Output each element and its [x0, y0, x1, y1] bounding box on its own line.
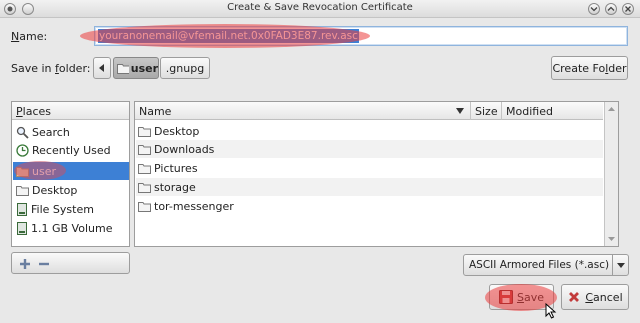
drive-icon [17, 202, 27, 216]
triangle-down-icon [608, 237, 615, 241]
cancel-button[interactable]: Cancel [561, 284, 629, 310]
name-label: Name: [11, 30, 48, 43]
folder-icon [138, 144, 151, 155]
places-item-volume[interactable]: 1.1 GB Volume [13, 219, 129, 237]
path-back-button[interactable] [93, 57, 111, 79]
file-list-header: Name Size Modified [135, 102, 603, 120]
minimize-button[interactable] [588, 3, 600, 15]
triangle-up-icon [608, 107, 615, 111]
search-icon [16, 126, 29, 139]
remove-bookmark-button[interactable] [37, 257, 51, 271]
chevron-up-icon [607, 6, 615, 11]
create-folder-button[interactable]: Create Fo l der [551, 56, 628, 80]
places-item-label: 1.1 GB Volume [31, 221, 113, 235]
path-segment-user[interactable]: user [113, 57, 159, 79]
file-type-filter-value: ASCII Armored Files (*.asc) [469, 259, 610, 271]
file-list: Name Size Modified Desktop Downloads Pic… [134, 101, 619, 247]
places-edit-bar [11, 252, 130, 274]
file-name: storage [154, 180, 196, 194]
places-item-label: Recently Used [32, 143, 111, 157]
file-name: Pictures [154, 161, 198, 175]
places-item-user[interactable]: user [13, 162, 129, 180]
window-titlebar: Create & Save Revocation Certificate [0, 0, 640, 18]
file-row-desktop[interactable]: Desktop [136, 122, 603, 140]
column-header-name[interactable]: Name [135, 102, 471, 120]
save-in-folder-label: Save in folder: [11, 62, 91, 75]
recent-icon [16, 143, 29, 157]
cancel-button-label: Cancel [585, 290, 623, 304]
maximize-button[interactable] [605, 3, 617, 15]
window-title: Create & Save Revocation Certificate [227, 2, 413, 13]
drive-icon [17, 221, 27, 235]
folder-icon [138, 201, 151, 212]
places-item-label: Desktop [32, 183, 78, 197]
folder-icon [138, 182, 151, 193]
chevron-down-icon [617, 263, 625, 268]
places-item-recently-used[interactable]: Recently Used [13, 141, 129, 159]
plus-icon [20, 259, 30, 269]
folder-icon [117, 63, 129, 74]
close-icon [625, 6, 631, 12]
file-row-tor-messenger[interactable]: tor-messenger [136, 197, 603, 215]
add-bookmark-button[interactable] [18, 257, 32, 271]
triangle-left-icon [99, 64, 104, 72]
scroll-down-button[interactable] [606, 233, 617, 245]
file-row-downloads[interactable]: Downloads [136, 140, 603, 158]
column-header-modified[interactable]: Modified [502, 102, 603, 120]
close-button[interactable] [622, 3, 634, 15]
file-name: tor-messenger [154, 199, 234, 213]
places-item-desktop[interactable]: Desktop [13, 181, 129, 199]
file-name: Downloads [154, 142, 215, 156]
file-name: Desktop [154, 124, 200, 138]
floppy-disk-icon [498, 290, 513, 304]
column-header-size[interactable]: Size [471, 102, 502, 120]
places-item-file-system[interactable]: File System [13, 200, 129, 218]
file-row-storage[interactable]: storage [136, 178, 603, 196]
filter-dropdown-arrow[interactable] [612, 255, 628, 275]
save-button-label: Save [516, 290, 544, 304]
places-item-label: Search [32, 125, 70, 139]
mouse-cursor-icon [545, 303, 557, 319]
chevron-down-icon [590, 7, 598, 12]
places-item-label: user [32, 164, 56, 178]
cancel-icon [569, 292, 580, 302]
path-segment-label: user [130, 61, 158, 75]
file-row-pictures[interactable]: Pictures [136, 159, 603, 177]
places-sidebar: Places Search Recently Used user Desktop… [11, 101, 130, 247]
path-segment-label: .gnupg [165, 61, 205, 75]
places-item-label: File System [31, 202, 94, 216]
filename-value: youranonemail@vfemail.net.0x0FAD3E87.rev… [98, 29, 359, 43]
file-type-filter-select[interactable]: ASCII Armored Files (*.asc) [463, 254, 629, 276]
file-list-scrollbar[interactable] [604, 102, 618, 246]
home-folder-icon [16, 166, 29, 177]
places-item-search[interactable]: Search [13, 123, 129, 141]
sort-descending-icon [456, 108, 464, 114]
scroll-up-button[interactable] [606, 103, 617, 115]
path-segment-gnupg[interactable]: .gnupg [160, 57, 210, 79]
folder-icon [16, 185, 29, 196]
minus-icon [39, 262, 49, 266]
filename-input[interactable]: youranonemail@vfemail.net.0x0FAD3E87.rev… [94, 26, 628, 46]
folder-icon [138, 163, 151, 174]
folder-icon [138, 126, 151, 137]
places-header[interactable]: Places [12, 102, 129, 120]
